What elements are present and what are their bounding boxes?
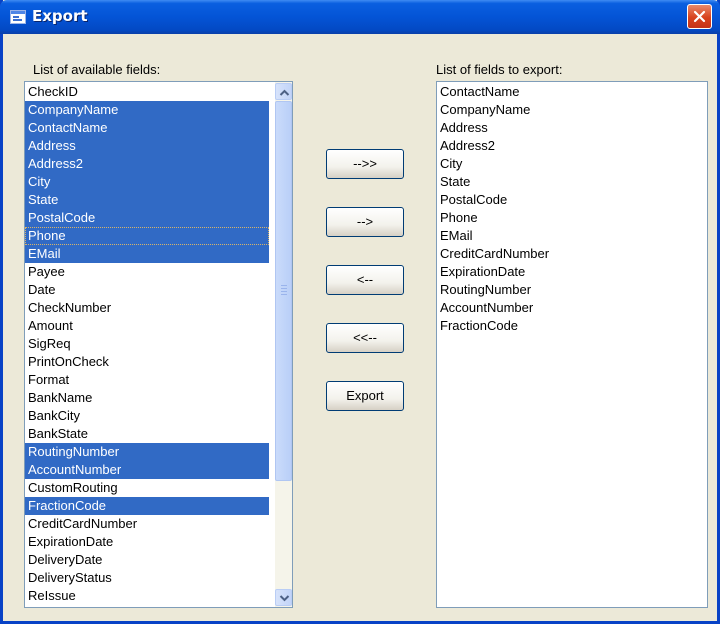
export-field-item[interactable]: ContactName	[437, 83, 702, 101]
available-field-item[interactable]: EMail	[25, 245, 269, 263]
app-icon	[10, 10, 26, 24]
export-button[interactable]: Export	[326, 381, 404, 411]
available-field-item[interactable]: City	[25, 173, 269, 191]
export-field-item[interactable]: CreditCardNumber	[437, 245, 702, 263]
export-field-item[interactable]: RoutingNumber	[437, 281, 702, 299]
available-field-item[interactable]: CustomRouting	[25, 479, 269, 497]
window-title: Export	[32, 7, 88, 25]
available-field-item[interactable]: ReIssue	[25, 587, 269, 605]
available-field-item[interactable]: Address2	[25, 155, 269, 173]
available-field-item[interactable]: ContactName	[25, 119, 269, 137]
export-field-item[interactable]: CompanyName	[437, 101, 702, 119]
available-field-item[interactable]: Address	[25, 137, 269, 155]
export-field-item[interactable]: Address2	[437, 137, 702, 155]
available-field-item[interactable]: PostalCode	[25, 209, 269, 227]
export-field-item[interactable]: ExpirationDate	[437, 263, 702, 281]
available-list-scrollbar[interactable]	[275, 82, 292, 607]
add-all-button[interactable]: -->>	[326, 149, 404, 179]
available-field-item[interactable]: BankName	[25, 389, 269, 407]
export-fields-label: List of fields to export:	[436, 62, 563, 77]
available-fields-list[interactable]: CheckID CompanyName ContactName Address Addr…	[24, 81, 293, 608]
export-field-item[interactable]: State	[437, 173, 702, 191]
available-field-item[interactable]: Phone	[25, 227, 269, 245]
available-field-item[interactable]: BankState	[25, 425, 269, 443]
available-field-item[interactable]: ExpirationDate	[25, 533, 269, 551]
arrow-up-icon	[279, 89, 290, 96]
available-fields-label: List of available fields:	[33, 62, 161, 77]
close-icon	[693, 10, 706, 23]
export-field-item[interactable]: PostalCode	[437, 191, 702, 209]
available-field-item[interactable]: Payee	[25, 263, 269, 281]
scroll-down-button[interactable]	[275, 589, 292, 606]
arrow-down-icon	[279, 595, 290, 602]
scroll-thumb[interactable]	[275, 101, 292, 481]
close-button[interactable]	[687, 4, 712, 29]
available-field-item[interactable]: PrintOnCheck	[25, 353, 269, 371]
available-field-item[interactable]: CreditCardNumber	[25, 515, 269, 533]
scroll-up-button[interactable]	[275, 83, 292, 100]
export-field-item[interactable]: FractionCode	[437, 317, 702, 335]
export-dialog: Export List of available fields: List of…	[0, 0, 720, 624]
available-field-item[interactable]: CompanyName	[25, 101, 269, 119]
available-field-item[interactable]: BankCity	[25, 407, 269, 425]
export-field-item[interactable]: EMail	[437, 227, 702, 245]
available-field-item[interactable]: FractionCode	[25, 497, 269, 515]
available-field-item[interactable]: DeliveryStatus	[25, 569, 269, 587]
export-field-item[interactable]: City	[437, 155, 702, 173]
available-field-item[interactable]: RoutingNumber	[25, 443, 269, 461]
available-field-item[interactable]: Format	[25, 371, 269, 389]
remove-all-button[interactable]: <<--	[326, 323, 404, 353]
available-field-item[interactable]: Amount	[25, 317, 269, 335]
available-field-item[interactable]: State	[25, 191, 269, 209]
export-field-item[interactable]: Phone	[437, 209, 702, 227]
export-field-item[interactable]: AccountNumber	[437, 299, 702, 317]
add-button[interactable]: -->	[326, 207, 404, 237]
available-field-item[interactable]: DeliveryDate	[25, 551, 269, 569]
remove-button[interactable]: <--	[326, 265, 404, 295]
available-field-item[interactable]: CheckID	[25, 83, 269, 101]
available-field-item[interactable]: AccountNumber	[25, 461, 269, 479]
export-field-item[interactable]: Address	[437, 119, 702, 137]
title-bar[interactable]: Export	[0, 0, 720, 34]
available-field-item[interactable]: Date	[25, 281, 269, 299]
export-fields-list[interactable]: ContactName CompanyName Address Address2 Cit…	[436, 81, 708, 608]
available-field-item[interactable]: SigReq	[25, 335, 269, 353]
available-field-item[interactable]: CheckNumber	[25, 299, 269, 317]
